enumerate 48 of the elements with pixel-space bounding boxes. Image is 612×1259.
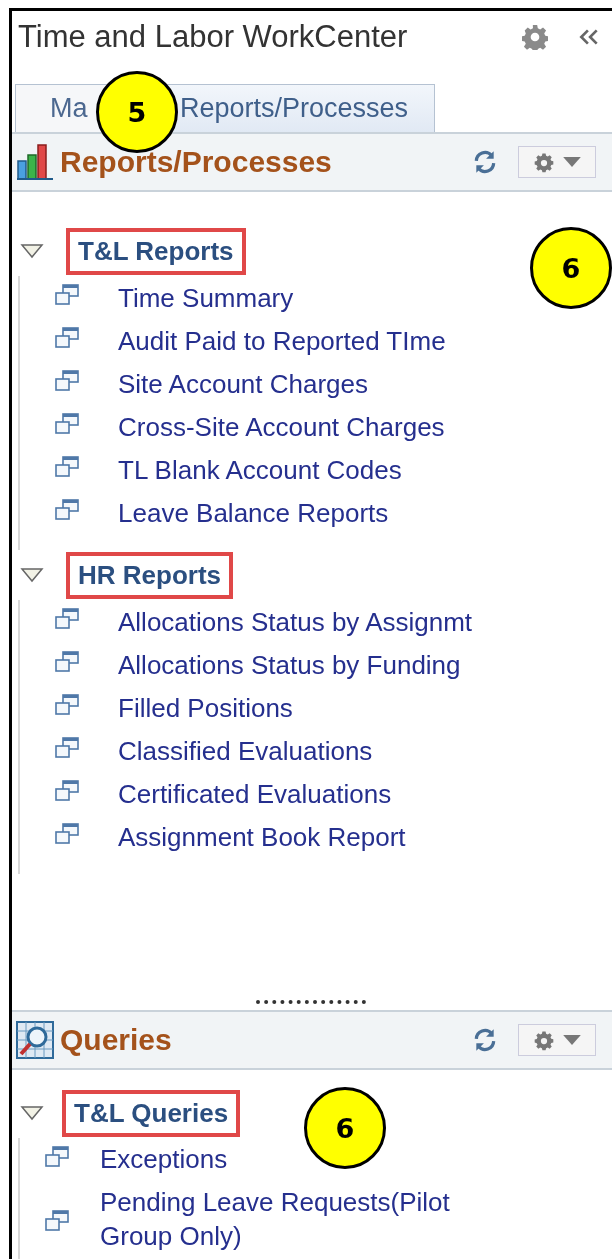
window-stack-icon xyxy=(54,823,80,845)
group-label[interactable]: T&L Queries xyxy=(62,1089,241,1137)
window-stack-icon xyxy=(54,499,80,521)
gear-icon xyxy=(533,151,555,173)
expanded-triangle-icon[interactable] xyxy=(20,1105,44,1121)
window-title: Time and Labor WorkCenter xyxy=(18,19,409,55)
report-link[interactable]: Certificated Evaluations xyxy=(118,776,392,812)
gear-icon xyxy=(533,1029,555,1051)
panel-title: Queries xyxy=(60,1023,173,1057)
refresh-icon[interactable] xyxy=(472,149,498,175)
bar-chart-icon xyxy=(16,143,54,181)
window-stack-icon xyxy=(54,284,80,306)
query-magnifier-icon xyxy=(16,1021,54,1059)
window-stack-icon xyxy=(44,1146,70,1168)
report-link[interactable]: Allocations Status by Assignmt xyxy=(118,604,473,640)
report-link[interactable]: Classified Evaluations xyxy=(118,733,373,769)
window-stack-icon xyxy=(54,370,80,392)
group-label[interactable]: HR Reports xyxy=(66,551,233,599)
group-label[interactable]: T&L Reports xyxy=(66,227,246,275)
settings-dropdown-button[interactable] xyxy=(518,146,596,178)
callout-tooltip: 6 xyxy=(304,1087,386,1169)
expanded-triangle-icon[interactable] xyxy=(20,567,44,583)
report-link[interactable]: Assignment Book Report xyxy=(118,819,406,855)
report-link[interactable]: Site Account Charges xyxy=(118,366,369,402)
window-stack-icon xyxy=(54,694,80,716)
window-stack-icon xyxy=(54,651,80,673)
caret-icon xyxy=(563,156,581,168)
expanded-triangle-icon[interactable] xyxy=(20,243,44,259)
report-link[interactable]: Time Summary xyxy=(118,280,294,316)
report-link[interactable]: Allocations Status by Funding xyxy=(118,647,461,683)
report-link[interactable]: Cross-Site Account Charges xyxy=(118,409,445,445)
window-stack-icon xyxy=(44,1210,70,1232)
window-stack-icon xyxy=(54,737,80,759)
window-stack-icon xyxy=(54,608,80,630)
settings-dropdown-button[interactable] xyxy=(518,1024,596,1056)
window-stack-icon xyxy=(54,456,80,478)
report-link[interactable]: Filled Positions xyxy=(118,690,293,726)
caret-icon xyxy=(563,1034,581,1046)
settings-icon[interactable] xyxy=(522,24,548,50)
window-stack-icon xyxy=(54,780,80,802)
refresh-icon[interactable] xyxy=(472,1027,498,1053)
callout-tooltip: 6 xyxy=(530,227,612,309)
report-link[interactable]: Leave Balance Reports xyxy=(118,495,389,531)
report-link[interactable]: Pending Leave Requests(Pilot Group Only) xyxy=(100,1185,500,1253)
report-link[interactable]: Audit Paid to Reported TIme xyxy=(118,323,446,359)
window-stack-icon xyxy=(54,327,80,349)
report-link[interactable]: TL Blank Account Codes xyxy=(118,452,402,488)
window-stack-icon xyxy=(54,413,80,435)
